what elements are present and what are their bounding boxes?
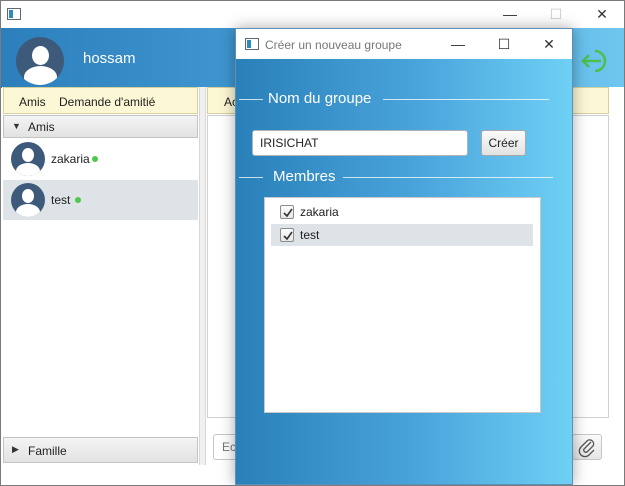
paperclip-icon (578, 439, 595, 458)
section-divider (239, 177, 263, 178)
username-label: hossam (83, 50, 136, 67)
dialog-title: Créer un nouveau groupe (265, 38, 402, 52)
app-window-icon (7, 8, 21, 20)
avatar-head-shape (32, 46, 49, 65)
friend-name: test (51, 193, 71, 207)
avatar-body-shape (24, 66, 57, 85)
member-name: zakaria (300, 205, 339, 219)
friends-tab-bar: Amis Demande d'amitié (3, 87, 198, 114)
member-checkbox[interactable] (280, 228, 294, 242)
tab-friend-requests[interactable]: Demande d'amitié (59, 95, 155, 109)
group-label: Famille (28, 444, 67, 458)
group-name-input[interactable] (252, 130, 468, 156)
section-divider (239, 99, 263, 100)
avatar-head-shape (22, 148, 34, 162)
main-window: — ☐ ✕ hossam Amis Demande d'amitié ▼ Ami… (0, 0, 625, 486)
member-checkbox[interactable] (280, 205, 294, 219)
friend-avatar (11, 183, 45, 217)
member-name: test (300, 228, 320, 242)
member-row-test[interactable]: test (271, 224, 533, 246)
avatar-body-shape (16, 163, 40, 176)
app-window-icon (245, 38, 259, 50)
friends-pane: Amis Demande d'amitié ▼ Amis zakaria tes… (2, 87, 199, 465)
section-divider (383, 99, 549, 100)
group-header-famille[interactable]: ▶ Famille (3, 437, 198, 463)
create-group-dialog: Créer un nouveau groupe — ☐ ✕ Nom du gro… (235, 28, 573, 485)
attach-button[interactable] (572, 434, 602, 460)
create-button[interactable]: Créer (481, 130, 526, 156)
dialog-body: Nom du groupe Créer Membres zakaria (236, 59, 572, 484)
section-divider (343, 177, 553, 178)
members-list: zakaria test (264, 197, 541, 413)
friend-name: zakaria (51, 152, 90, 166)
friend-avatar (11, 142, 45, 176)
maximize-button: ☐ (549, 6, 563, 22)
expand-arrow-icon: ▼ (12, 121, 21, 131)
dialog-close-button[interactable]: ✕ (526, 29, 572, 59)
pane-splitter[interactable] (199, 87, 206, 465)
online-status-icon (92, 156, 98, 162)
friend-row-zakaria[interactable]: zakaria (3, 139, 198, 179)
avatar-body-shape (16, 204, 40, 217)
dialog-minimize-button[interactable]: — (435, 29, 481, 59)
tab-amis[interactable]: Amis (19, 95, 46, 109)
main-titlebar: — ☐ ✕ (1, 1, 624, 28)
friend-row-test[interactable]: test (3, 180, 198, 220)
online-status-icon (75, 197, 81, 203)
group-label: Amis (28, 120, 55, 134)
group-name-heading: Nom du groupe (268, 90, 372, 107)
logout-arrow-icon[interactable] (581, 48, 611, 74)
member-row-zakaria[interactable]: zakaria (271, 201, 533, 223)
close-button[interactable]: ✕ (579, 1, 624, 28)
checkmark-icon (283, 231, 293, 241)
user-avatar[interactable] (16, 37, 64, 85)
dialog-maximize-button[interactable]: ☐ (481, 29, 527, 59)
checkmark-icon (283, 208, 293, 218)
group-header-amis[interactable]: ▼ Amis (3, 115, 198, 138)
dialog-titlebar: Créer un nouveau groupe — ☐ ✕ (236, 29, 572, 59)
collapse-arrow-icon: ▶ (12, 444, 19, 454)
avatar-head-shape (22, 189, 34, 203)
minimize-button[interactable]: — (487, 1, 533, 28)
members-heading: Membres (273, 168, 336, 185)
